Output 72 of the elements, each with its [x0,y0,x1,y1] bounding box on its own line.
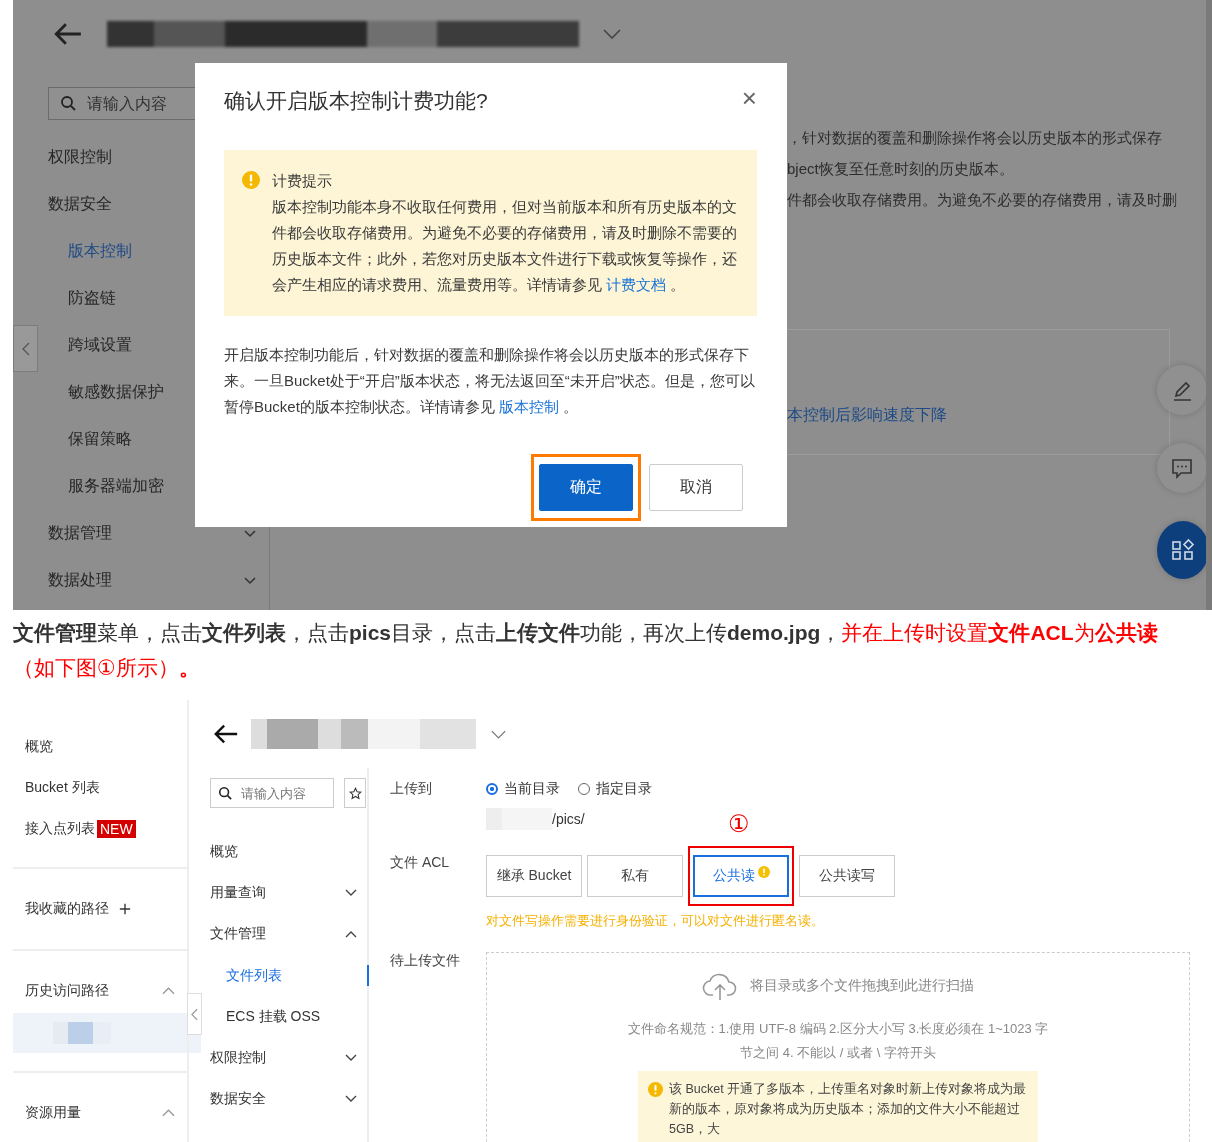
radio-option[interactable]: 当前目录 [486,780,560,798]
favorite-button[interactable] [344,778,366,808]
new-badge: NEW [97,819,136,838]
sidebar-section[interactable]: 资源用量 [13,1091,187,1135]
notice-text: 该 Bucket 开通了多版本，上传重名对象时新上传对象将成为最新的版本，原对象将成为历史版本；添加的文件大小不能超过 5GB，大 [669,1081,1028,1138]
star-icon [348,786,362,800]
upload-path: /pics/ [552,811,585,827]
grid-icon [1171,538,1195,562]
drop-text: 将目录或多个文件拖拽到此进行扫描 [750,977,974,995]
sidebar-link[interactable]: 接入点列表 NEW [13,808,187,849]
nav-item[interactable]: 数据安全 [210,1078,367,1121]
acl-option[interactable]: 公共读 [693,855,789,897]
naming-rules: 文件命名规范：1.使用 UTF-8 编码 2.区分大小写 3.长度必须在 1~1023 字节之间 4. 不能以 / 或者 \ 字符开头 [626,1020,1050,1062]
search-field[interactable]: 请输入内容 [48,87,198,120]
sidebar-item[interactable]: 数据管理 [48,510,269,557]
acl-option[interactable]: 公共读写 [799,855,895,897]
versioning-link[interactable]: 版本控制 [499,398,560,415]
instruction-text: 文件管理菜单，点击文件列表，点击pics目录，点击上传文件功能，再次上传demo.jpg，并在上传时设置文件ACL为公共读（如下图①所示）。 [12,620,1159,681]
chevron-down-icon [345,888,357,897]
sidebar-link[interactable]: Bucket 列表 [13,767,187,808]
field-label: 上传到 [390,780,433,798]
description-text: bject恢复至任意时刻的历史版本。 [787,159,1014,179]
description-text: ，针对数据的覆盖和删除操作将会以历史版本的形式保存 [787,128,1162,148]
step-marker: ① [728,810,750,838]
chevron-up-icon [162,987,175,995]
acl-option[interactable]: 继承 Bucket [486,855,582,897]
acl-option[interactable]: 私有 [587,855,683,897]
sidebar-section[interactable]: 历史访问路径 [13,969,187,1013]
nav-item[interactable]: 概览 [210,831,367,873]
cancel-button[interactable]: 取消 [649,464,743,511]
plus-icon[interactable] [119,903,131,915]
chevron-down-icon[interactable] [603,29,621,39]
search-icon [218,786,232,800]
warning-icon [648,1082,663,1097]
dialog-text: 开启版本控制功能后，针对数据的覆盖和删除操作将会以历史版本的形式保存下来。一旦Bucket处于“开启”版本状态，将无法返回至“未开启”状态。但是，您可以暂停Bucket的版本控制状态。详情请参见 版本控制 。 [224,345,756,417]
collapse-handle[interactable] [13,325,38,372]
edit-button[interactable] [1157,365,1207,415]
chevron-down-icon [345,1054,357,1063]
chevron-up-icon [345,930,357,939]
acl-hint: 对文件写操作需要进行身份验证，可以对文件进行匿名读。 [486,912,825,930]
nav-item[interactable]: 文件列表 [210,954,367,997]
field-label: 文件 ACL [390,854,451,872]
chevron-down-icon [345,1095,357,1104]
chat-icon [1170,456,1194,480]
close-button[interactable]: × [741,87,757,109]
chevron-down-icon [244,529,256,538]
chevron-up-icon [162,1109,175,1117]
nav-item[interactable]: 文件管理 [210,913,367,955]
warning-icon [242,171,260,189]
nav-item[interactable]: ECS 挂载 OSS [210,996,367,1038]
apps-button[interactable] [1157,521,1209,579]
back-arrow-icon[interactable] [213,722,239,746]
sidebar-item[interactable]: 数据处理 [48,557,269,604]
sidebar-link[interactable]: 概览 [13,726,187,767]
radio-option[interactable]: 指定目录 [578,780,652,798]
chevron-left-icon [21,341,30,356]
feedback-button[interactable] [1157,443,1207,493]
search-icon [60,95,76,111]
description-text: 件都会收取存储费用。为避免不必要的存储费用，请及时删 [787,190,1177,210]
chevron-left-icon [191,1007,198,1021]
nav-item[interactable]: 权限控制 [210,1037,367,1079]
notice-title: 计费提示 [272,171,333,191]
notice-text: 版本控制功能本身不收取任何费用，但对当前版本和所有历史版本的文件都会收取存储费用。为避免不必要的存储费用，请及时删除不需要的历史版本文件；此外，若您对历史版本文件进行下载或恢复等操作，还会产生相应的请求费用、流量费用等。详情请参见 计费文档 。 [272,197,737,295]
confirm-button[interactable]: 确定 [539,464,633,511]
dialog-title: 确认开启版本控制计费功能? [224,88,488,114]
billing-doc-link[interactable]: 计费文档 [606,276,667,293]
nav-item[interactable]: 用量查询 [210,872,367,914]
field-label: 待上传文件 [390,952,461,970]
sidebar-section[interactable]: 我收藏的路径 [13,887,187,931]
chevron-down-icon[interactable] [491,729,506,739]
drop-zone[interactable]: 将目录或多个文件拖拽到此进行扫描 文件命名规范：1.使用 UTF-8 编码 2.区分大小写 3.长度必须在 1~1023 字节之间 4. 不能以 / 或者 \ 字符开头 该 Bucket 开通了多版本，上传重名对象时新上传对象将成为最新的版本，原对象将成为历史版本；添加的文件大小不能超过 5GB，大 [486,952,1190,1142]
chevron-down-icon [244,576,256,585]
